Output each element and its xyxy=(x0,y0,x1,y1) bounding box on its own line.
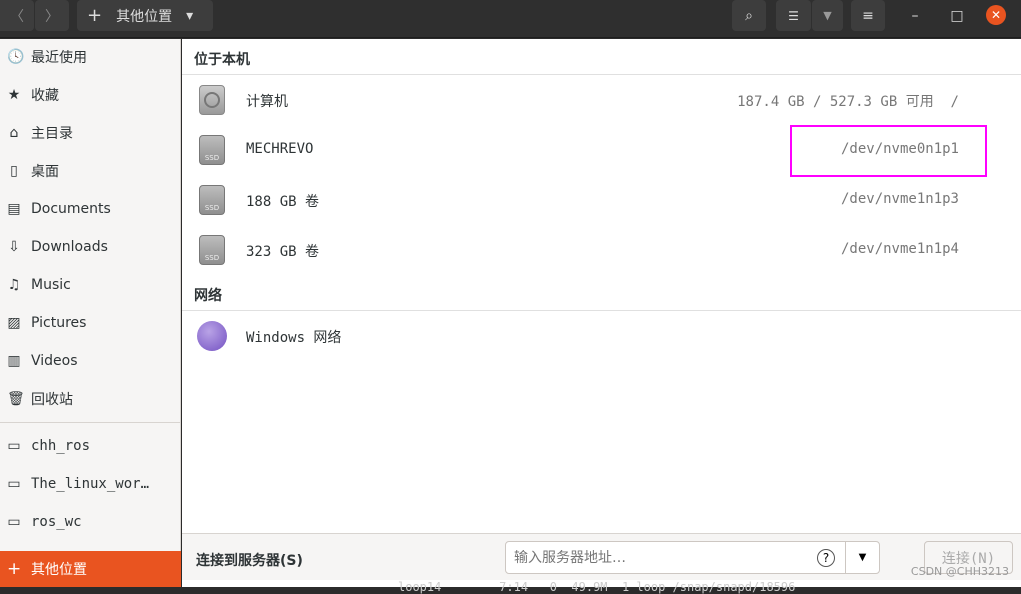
home-icon: ⌂ xyxy=(9,125,19,141)
volume-info: /dev/nvme1n1p3 xyxy=(840,191,959,207)
minimize-icon: – xyxy=(911,7,919,24)
network-globe-icon xyxy=(197,321,227,351)
sidebar-item-picture[interactable]: ▨ Pictures xyxy=(0,305,181,341)
sidebar-item-video[interactable]: ▥ Videos xyxy=(0,343,181,379)
sidebar-item-star[interactable]: ★ 收藏 xyxy=(0,77,181,113)
sidebar-item-label: 最近使用 xyxy=(31,50,87,66)
sidebar-item-label: Pictures xyxy=(31,315,87,331)
background-terminal-text: loop14 7:14 0 49.9M 1 loop /snap/snapd/1… xyxy=(398,580,796,594)
section-title-local: 位于本机 xyxy=(194,52,250,68)
ssd-icon: SSD xyxy=(199,135,225,165)
main-pane: 位于本机 计算机 187.4 GB / 527.3 GB 可用 / SSD MECHR… xyxy=(182,39,1021,587)
folder-icon: ▭ xyxy=(7,438,21,454)
sidebar-item-document[interactable]: ▤ Documents xyxy=(0,191,181,227)
list-icon: ☰ xyxy=(788,8,799,23)
forward-button[interactable]: 〉 xyxy=(35,0,69,31)
document-icon: ▤ xyxy=(7,201,21,217)
volume-row[interactable]: SSD 323 GB 卷/dev/nvme1n1p4 xyxy=(182,227,1021,275)
star-icon: ★ xyxy=(7,87,21,103)
sidebar-bookmark[interactable]: ▭ ros_wc xyxy=(0,504,181,540)
sidebar-item-label: Documents xyxy=(31,201,111,217)
volume-name: 188 GB 卷 xyxy=(246,194,320,210)
watermark: CSDN @CHH3213 xyxy=(910,565,1009,578)
volume-name: MECHREVO xyxy=(246,141,314,157)
folder-icon: ▭ xyxy=(7,514,21,530)
sidebar-item-label: chh_ros xyxy=(31,438,91,454)
volume-row[interactable]: SSD 188 GB 卷/dev/nvme1n1p3 xyxy=(182,177,1021,225)
location-label: 其他位置 xyxy=(116,8,173,25)
chevron-down-icon: ▼ xyxy=(823,9,832,22)
forward-icon: 〉 xyxy=(45,8,59,25)
list-view-button[interactable]: ☰ xyxy=(776,0,811,31)
volume-row[interactable]: 计算机 187.4 GB / 527.3 GB 可用 / xyxy=(182,77,1021,125)
volume-name: 323 GB 卷 xyxy=(246,244,320,260)
back-button[interactable]: 〈 xyxy=(0,0,34,31)
ssd-icon: SSD xyxy=(199,235,225,265)
section-title-network: 网络 xyxy=(194,288,222,304)
view-options-button[interactable]: ▼ xyxy=(812,0,843,31)
sidebar: 🕓 最近使用 ★ 收藏 ⌂ 主目录 ▯ 桌面 ▤ Documents ⇩ Downloads ♫ Musi… xyxy=(0,39,181,587)
sidebar-item-download[interactable]: ⇩ Downloads xyxy=(0,229,181,265)
sidebar-bookmark[interactable]: ▭ chh_ros xyxy=(0,428,181,464)
drive-icon xyxy=(199,85,225,115)
clock-icon: 🕓 xyxy=(7,49,25,65)
sidebar-item-label: 其他位置 xyxy=(31,562,87,578)
network-row-windows[interactable]: Windows 网络 xyxy=(182,313,1021,361)
plus-icon: + xyxy=(87,5,103,26)
sidebar-item-home[interactable]: ⌂ 主目录 xyxy=(0,115,181,151)
server-address-input[interactable]: ? ▼ xyxy=(505,541,880,574)
sidebar-bookmark[interactable]: ▭ The_linux_wor… xyxy=(0,466,181,502)
back-icon: 〈 xyxy=(10,8,24,25)
sidebar-item-music[interactable]: ♫ Music xyxy=(0,267,181,303)
network-name: Windows 网络 xyxy=(246,330,342,346)
sidebar-item-label: Music xyxy=(31,277,71,293)
close-button[interactable]: ✕ xyxy=(986,5,1006,25)
location-button[interactable]: + 其他位置 ▾ xyxy=(77,0,213,31)
sidebar-item-other-locations[interactable]: + 其他位置 xyxy=(0,551,181,587)
close-icon: ✕ xyxy=(990,8,1002,22)
history-dropdown-button[interactable]: ▼ xyxy=(845,542,879,573)
volume-info: 187.4 GB / 527.3 GB 可用 / xyxy=(737,94,959,110)
connect-server-label: 连接到服务器(S) xyxy=(196,553,303,569)
sidebar-item-label: 桌面 xyxy=(31,164,59,180)
download-icon: ⇩ xyxy=(8,239,20,255)
sidebar-item-label: Videos xyxy=(31,353,78,369)
dropdown-icon: ▾ xyxy=(186,7,194,24)
volume-name: 计算机 xyxy=(246,94,288,110)
header-bar: 〈 〉 + 其他位置 ▾ ⌕ ☰ ▼ ≡ – □ ✕ xyxy=(0,0,1021,38)
highlight-box xyxy=(790,125,987,177)
ssd-icon: SSD xyxy=(199,185,225,215)
volume-info: /dev/nvme1n1p4 xyxy=(840,241,959,257)
menu-button[interactable]: ≡ xyxy=(851,0,885,31)
music-icon: ♫ xyxy=(7,277,21,293)
search-icon: ⌕ xyxy=(745,7,753,24)
help-icon[interactable]: ? xyxy=(817,548,835,567)
hamburger-icon: ≡ xyxy=(862,7,874,24)
sidebar-separator xyxy=(0,422,181,423)
desktop-icon: ▯ xyxy=(10,163,18,179)
plus-icon: + xyxy=(7,559,22,579)
picture-icon: ▨ xyxy=(7,315,21,331)
folder-icon: ▭ xyxy=(7,476,21,492)
sidebar-item-label: 回收站 xyxy=(31,392,73,408)
server-address-field[interactable] xyxy=(514,549,817,566)
maximize-icon: □ xyxy=(950,7,964,24)
sidebar-item-trash[interactable]: 🗑 回收站 xyxy=(0,381,181,417)
sidebar-item-label: 主目录 xyxy=(31,126,73,142)
sidebar-item-label: The_linux_wor… xyxy=(31,476,150,492)
sidebar-item-label: 收藏 xyxy=(31,88,59,104)
sidebar-item-label: ros_wc xyxy=(31,514,82,530)
video-icon: ▥ xyxy=(7,353,21,369)
sidebar-item-label: Downloads xyxy=(31,239,108,255)
sidebar-item-desktop[interactable]: ▯ 桌面 xyxy=(0,153,181,189)
search-button[interactable]: ⌕ xyxy=(732,0,766,31)
minimize-button[interactable]: – xyxy=(900,0,930,31)
sidebar-item-clock[interactable]: 🕓 最近使用 xyxy=(0,39,181,75)
maximize-button[interactable]: □ xyxy=(942,0,972,31)
trash-icon: 🗑 xyxy=(7,391,25,407)
connect-bar: 连接到服务器(S) ? ▼ 连接(N) CSDN @CHH3213 xyxy=(182,533,1021,580)
